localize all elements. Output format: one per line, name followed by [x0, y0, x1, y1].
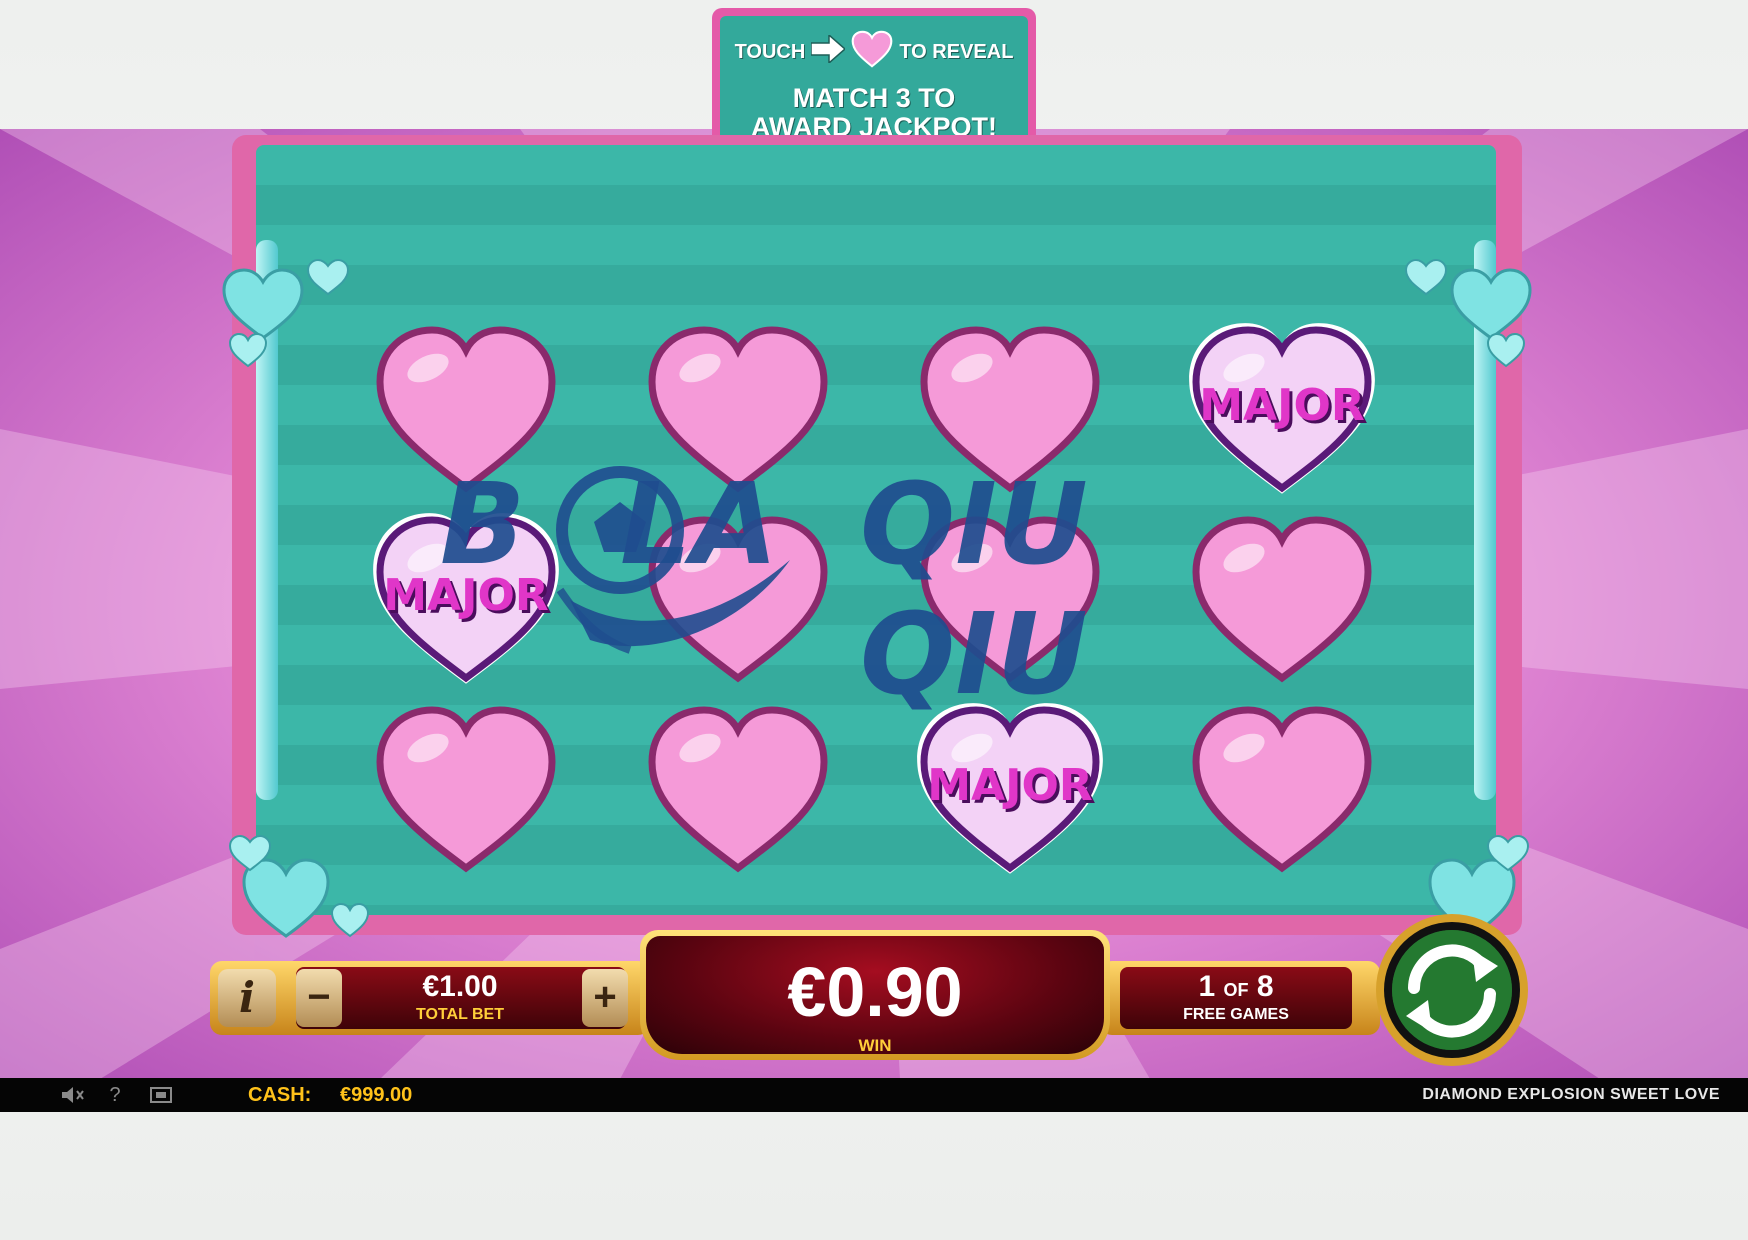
touch-text: TOUCH	[734, 40, 806, 63]
free-games-count: 1 OF 8	[1120, 970, 1352, 1004]
heart-icon	[1192, 706, 1372, 873]
game-name: DIAMOND EXPLOSION SWEET LOVE	[1422, 1086, 1720, 1103]
watermark-qiu-qiu: QIU QIU	[860, 460, 1088, 720]
heart-prize-label: MAJOR	[1199, 380, 1365, 431]
heart-prize-label: MAJOR	[927, 760, 1093, 811]
fullscreen-icon[interactable]	[148, 1084, 174, 1106]
sound-muted-icon[interactable]	[60, 1084, 86, 1106]
free-games-of: OF	[1223, 980, 1249, 1000]
free-games-total: 8	[1256, 970, 1274, 1003]
win-value: €0.90	[787, 953, 963, 1031]
revealed-heart-tile: MAJOR	[910, 696, 1110, 876]
cash-label: CASH:	[248, 1084, 312, 1106]
spin-button[interactable]	[1372, 910, 1532, 1070]
corner-hearts-bottom-left	[228, 834, 370, 938]
corner-hearts-top-left	[222, 258, 350, 368]
heart-icon	[851, 30, 893, 74]
refresh-icon	[1376, 914, 1528, 1066]
total-bet-label: TOTAL BET	[416, 1006, 504, 1023]
total-bet-value: €1.00	[422, 970, 498, 1003]
heart-icon	[648, 706, 828, 873]
heart-icon	[376, 706, 556, 873]
arrow-right-icon	[810, 33, 847, 69]
to-reveal-text: TO REVEAL	[899, 40, 1014, 63]
hidden-heart-tile[interactable]	[1182, 696, 1382, 876]
watermark-logo: B LA QIU QIU	[440, 440, 1320, 720]
hidden-heart-tile[interactable]	[638, 696, 838, 876]
watermark-la: LA	[620, 460, 779, 590]
corner-hearts-top-right	[1404, 258, 1532, 368]
decrease-bet-button[interactable]: −	[296, 969, 342, 1027]
increase-bet-button[interactable]: +	[582, 969, 628, 1027]
cash-value: €999.00	[340, 1084, 413, 1106]
info-button[interactable]: i	[218, 969, 276, 1027]
free-games-label: FREE GAMES	[1183, 1006, 1289, 1023]
hidden-heart-tile[interactable]	[366, 696, 566, 876]
free-games-current: 1	[1198, 970, 1216, 1003]
help-button[interactable]: ?	[102, 1084, 128, 1106]
match-line-1: MATCH 3 TO	[792, 83, 956, 113]
win-label: WIN	[858, 1036, 892, 1055]
watermark-b: B	[440, 460, 526, 590]
